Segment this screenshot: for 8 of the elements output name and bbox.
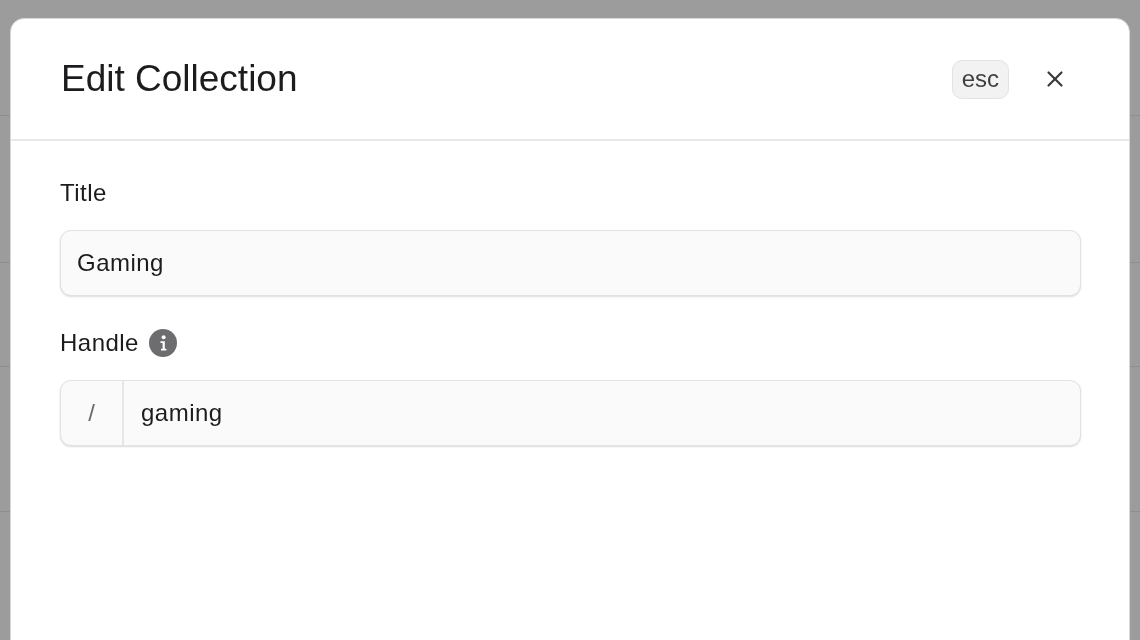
dialog-title: Edit Collection [61,57,298,101]
shortcut-hint: esc [951,59,1009,99]
field-label: Handle [60,329,139,357]
info-icon[interactable] [148,329,177,357]
field-label: Title [60,179,107,207]
text-input[interactable]: Gaming [60,230,1081,296]
prefix-label: / [88,398,95,428]
handle-input[interactable]: gaming [124,381,1080,445]
